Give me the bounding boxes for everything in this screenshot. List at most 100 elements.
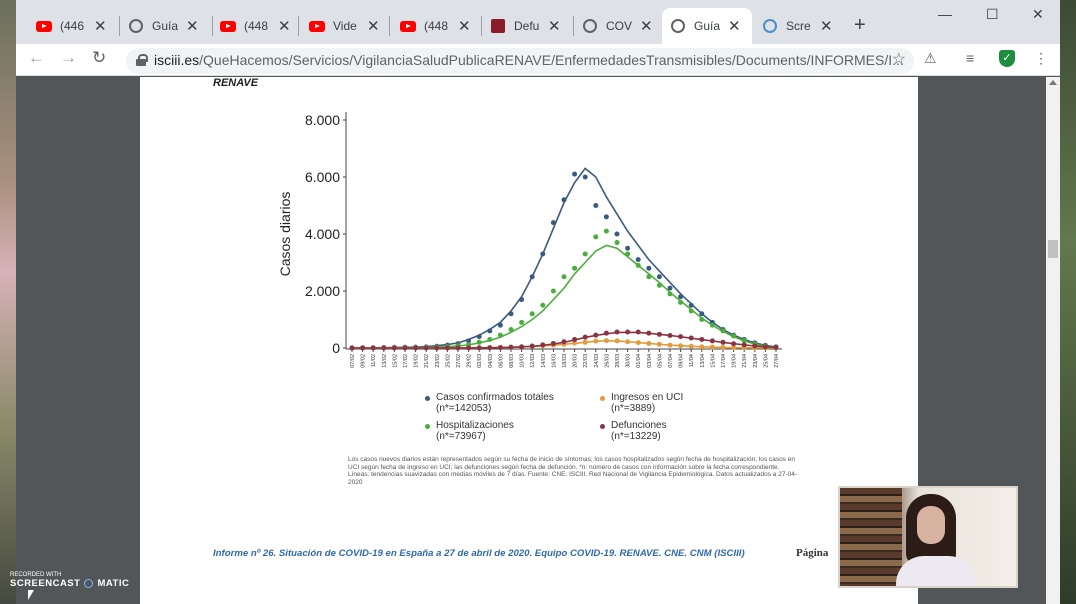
close-icon[interactable]: ✕	[458, 17, 471, 35]
tab-guia-1[interactable]: Guía ✕	[120, 8, 207, 44]
new-tab-button[interactable]: +	[854, 14, 866, 37]
screencast-icon	[762, 18, 778, 34]
data-point	[413, 345, 419, 351]
data-point	[678, 299, 684, 305]
data-point	[466, 345, 472, 351]
window-close-icon[interactable]: ✕	[1032, 6, 1044, 23]
data-point	[720, 344, 726, 350]
close-icon[interactable]: ✕	[820, 17, 833, 35]
url-host: isciii.es	[154, 52, 200, 68]
data-point	[572, 171, 578, 177]
close-icon[interactable]: ✕	[94, 17, 107, 35]
desktop-background-left	[0, 0, 16, 604]
scrollbar-thumb[interactable]	[1048, 240, 1058, 258]
reload-icon[interactable]: ↻	[92, 48, 106, 68]
x-tick-label: 03/04	[647, 354, 653, 368]
menu-dots-icon[interactable]: ⋮	[1034, 50, 1048, 67]
data-point	[667, 285, 673, 291]
x-tick-label: 22/03	[583, 354, 589, 368]
tab-title: Guía	[694, 19, 720, 33]
x-tick-label: 28/03	[615, 354, 621, 368]
tab-defunciones[interactable]: Defu ✕	[482, 8, 569, 44]
data-point	[678, 334, 684, 340]
data-point	[508, 311, 514, 317]
close-icon[interactable]: ✕	[278, 17, 291, 35]
close-icon[interactable]: ✕	[728, 17, 741, 35]
star-icon[interactable]: ☆	[892, 49, 906, 69]
tab-title: (448	[244, 19, 269, 33]
watermark-brand-left: SCREENCAST	[10, 578, 81, 589]
data-point	[593, 203, 599, 208]
maximize-icon[interactable]: ☐	[986, 6, 999, 23]
data-point	[529, 343, 535, 349]
address-bar[interactable]: isciii.es/QueHacemos/Servicios/Vigilanci…	[126, 48, 914, 74]
close-icon[interactable]: ✕	[186, 17, 199, 35]
data-point	[402, 345, 408, 351]
x-tick-label: 15/02	[392, 354, 398, 368]
x-tick-label: 18/03	[562, 354, 568, 368]
x-tick-label: 23/02	[435, 354, 441, 368]
close-icon[interactable]: ✕	[367, 17, 380, 35]
x-tick-label: 19/04	[732, 354, 738, 368]
data-point	[625, 251, 631, 257]
data-point	[625, 329, 631, 335]
x-tick-label: 29/02	[467, 354, 473, 368]
data-point	[593, 234, 599, 240]
data-point	[497, 345, 503, 351]
legend-label: Defunciones	[611, 420, 667, 431]
tab-covid[interactable]: COVI ✕	[574, 8, 661, 44]
data-point	[572, 336, 578, 342]
data-point	[508, 326, 514, 332]
data-point	[720, 339, 726, 345]
data-point	[688, 335, 694, 341]
x-tick-label: 21/04	[742, 354, 748, 368]
data-point	[540, 342, 546, 348]
data-point	[688, 308, 694, 314]
x-tick-label: 20/03	[573, 354, 579, 368]
y-tick-label: 4.000	[305, 226, 340, 242]
youtube-icon	[400, 18, 416, 34]
x-tick-label: 23/04	[753, 354, 759, 368]
tab-youtube-3[interactable]: Vide ✕	[301, 8, 388, 44]
data-point	[561, 339, 567, 345]
data-point	[391, 345, 397, 351]
tab-youtube-2[interactable]: (448 ✕	[212, 8, 299, 44]
tab-title: (448	[424, 19, 449, 33]
tab-guia-active[interactable]: Guía ✕	[662, 8, 752, 44]
tab-youtube-4[interactable]: (448 ✕	[392, 8, 479, 44]
data-point	[720, 328, 726, 334]
data-point	[603, 214, 609, 220]
data-point	[699, 336, 705, 342]
data-point	[646, 340, 652, 346]
data-point	[582, 334, 588, 340]
data-point	[709, 344, 715, 350]
x-tick-label: 04/03	[488, 354, 494, 368]
data-point	[656, 331, 662, 337]
data-point	[625, 339, 631, 345]
data-point	[741, 342, 747, 348]
tab-screencast[interactable]: Scre ✕	[754, 8, 841, 44]
x-tick-label: 06/03	[498, 354, 504, 368]
data-point	[497, 332, 503, 338]
x-tick-label: 09/02	[361, 354, 367, 368]
close-icon[interactable]: ✕	[640, 17, 653, 35]
data-point	[646, 265, 652, 271]
url-path: /QueHacemos/Servicios/VigilanciaSaludPub…	[199, 52, 904, 68]
vertical-scrollbar[interactable]	[1046, 77, 1060, 604]
data-point	[603, 338, 609, 344]
back-arrow-icon[interactable]: ←	[28, 48, 45, 68]
shield-extension-icon[interactable]: ✓	[999, 50, 1015, 67]
data-point	[667, 342, 673, 348]
close-icon[interactable]: ✕	[548, 17, 561, 35]
extension-icon[interactable]: ⚠	[924, 50, 937, 67]
browser-toolbar: ← → ↻ isciii.es/QueHacemos/Servicios/Vig…	[16, 44, 1060, 76]
tab-youtube-1[interactable]: (446 ✕	[28, 8, 115, 44]
legend-item-icu: Ingresos en UCI (n*=3889)	[600, 392, 683, 414]
desktop-background-right	[1060, 0, 1076, 604]
media-queue-icon[interactable]: ≡	[966, 50, 974, 66]
data-point	[349, 345, 355, 351]
data-point	[603, 228, 609, 234]
forward-arrow-icon[interactable]: →	[60, 48, 77, 68]
scroll-up-icon[interactable]	[1049, 80, 1057, 85]
minimize-icon[interactable]: —	[938, 6, 952, 22]
